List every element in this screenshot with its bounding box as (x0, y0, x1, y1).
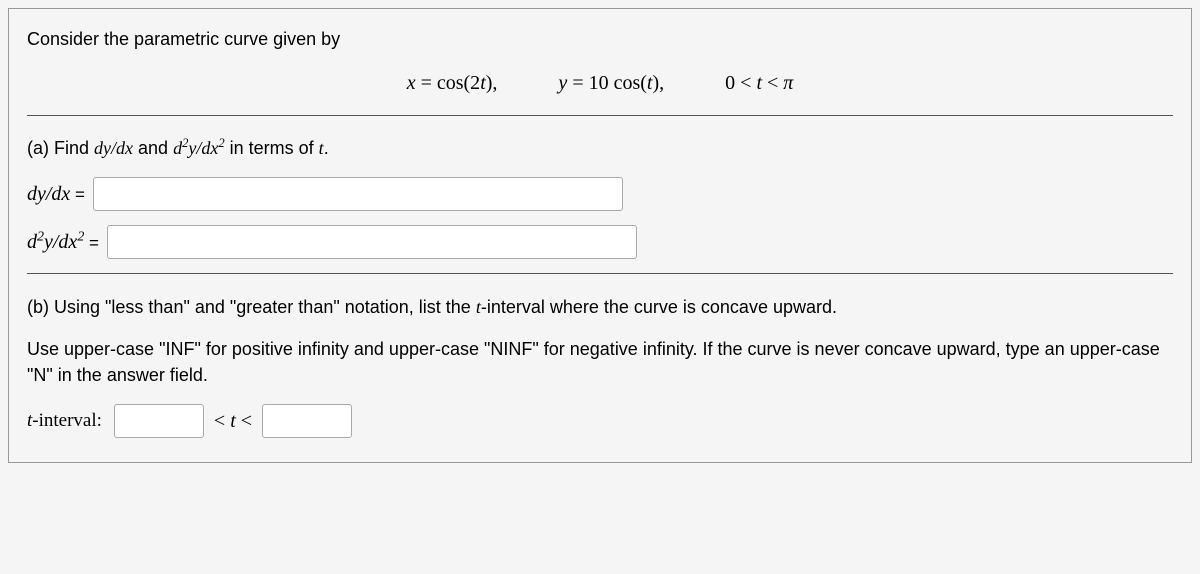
part-b-line2: Use upper-case "INF" for positive infini… (27, 336, 1173, 388)
interval-label: t-interval: (27, 410, 102, 432)
equation-x: x = cos(2t), (407, 72, 498, 95)
d2ydx2-label: d2y/dx2 = (27, 230, 99, 255)
equation-y: y = 10 cos(t), (558, 72, 664, 95)
dydx-row: dy/dx = (27, 177, 1173, 211)
part-a-pre: (a) Find (27, 138, 94, 158)
interval-row: t-interval: < t < (27, 404, 1173, 438)
question-container: Consider the parametric curve given by x… (8, 8, 1192, 463)
divider-2 (27, 273, 1173, 274)
interval-lower-input[interactable] (114, 404, 204, 438)
interval-mid: < t < (214, 410, 252, 433)
interval-upper-input[interactable] (262, 404, 352, 438)
part-a-post: in terms of (225, 138, 319, 158)
d2ydx2-symbol: d2y/dx2 (173, 138, 225, 158)
intro-text: Consider the parametric curve given by (27, 29, 1173, 50)
part-b-section: (b) Using "less than" and "greater than"… (27, 294, 1173, 388)
part-a-prompt: (a) Find dy/dx and d2y/dx2 in terms of t… (27, 136, 1173, 159)
b-line1-pre: (b) Using "less than" and "greater than"… (27, 297, 476, 317)
divider-1 (27, 115, 1173, 116)
d2ydx2-row: d2y/dx2 = (27, 225, 1173, 259)
dydx-label: dy/dx = (27, 183, 85, 206)
dydx-input[interactable] (93, 177, 623, 211)
period: . (324, 138, 329, 158)
equation-display: x = cos(2t), y = 10 cos(t), 0 < t < π (27, 72, 1173, 95)
and-text: and (133, 138, 173, 158)
b-line1-post: -interval where the curve is concave upw… (481, 297, 837, 317)
dydx-symbol: dy/dx (94, 138, 133, 158)
d2ydx2-input[interactable] (107, 225, 637, 259)
part-b-line1: (b) Using "less than" and "greater than"… (27, 294, 1173, 320)
equation-interval: 0 < t < π (725, 72, 793, 95)
